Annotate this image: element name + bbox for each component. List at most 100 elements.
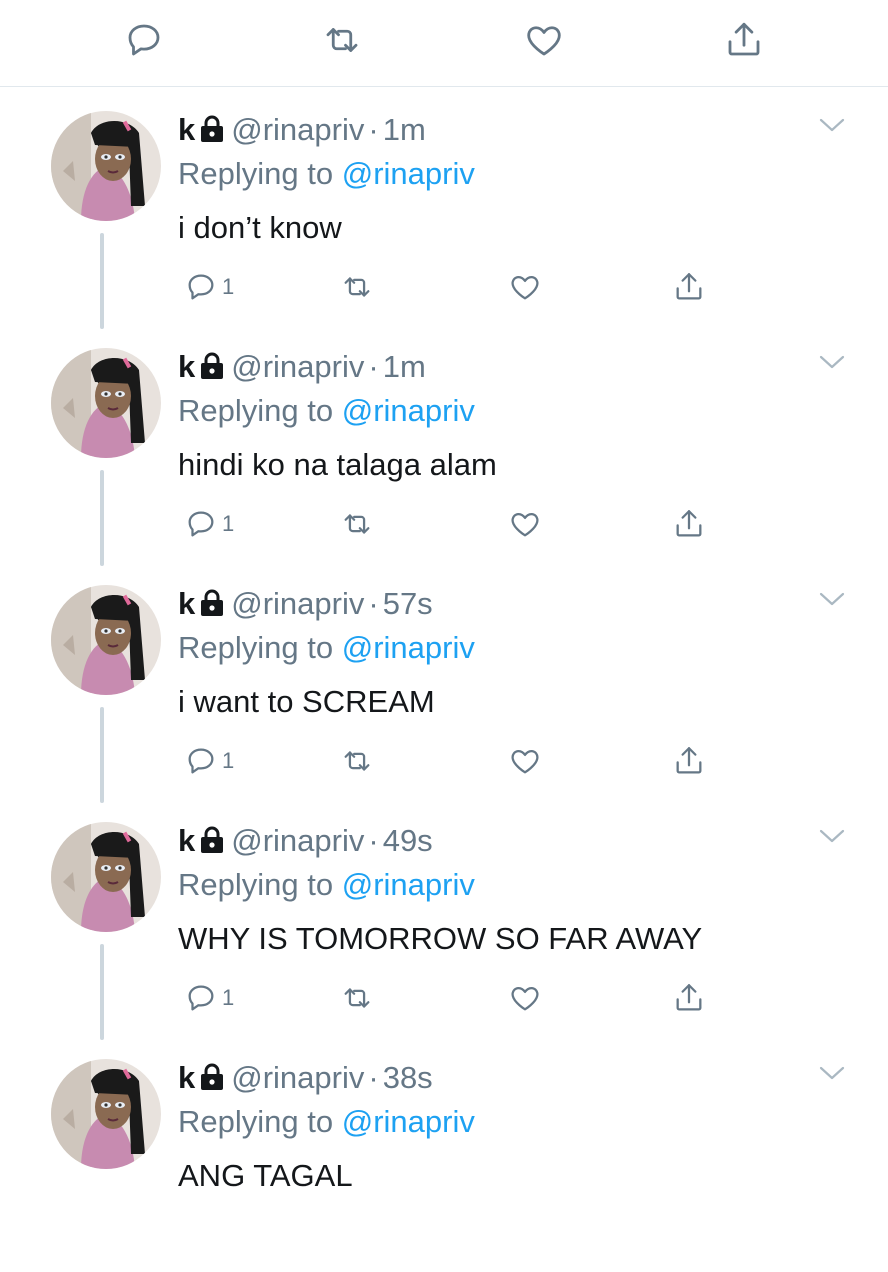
replying-to: Replying to @rinapriv [178, 155, 475, 193]
tweet-text: WHY IS TOMORROW SO FAR AWAY [178, 921, 703, 956]
like-icon [511, 512, 539, 537]
like-icon [527, 26, 561, 56]
share-button[interactable] [672, 504, 706, 544]
avatar-image [51, 348, 161, 458]
tweet-header: k @rinapriv · 38s [178, 1059, 433, 1097]
username[interactable]: @rinapriv [231, 112, 364, 147]
avatar-image [51, 585, 161, 695]
username[interactable]: @rinapriv [231, 586, 364, 621]
avatar[interactable] [51, 822, 161, 932]
like-icon [511, 986, 539, 1011]
reply-button[interactable]: 1 [184, 741, 234, 781]
like-icon [511, 749, 539, 774]
username[interactable]: @rinapriv [231, 1060, 364, 1095]
lock-icon [201, 352, 224, 379]
mention-link[interactable]: @rinapriv [342, 393, 475, 428]
mention-link[interactable]: @rinapriv [342, 156, 475, 191]
reply-count: 1 [222, 274, 235, 299]
share-button[interactable] [672, 267, 706, 307]
tweet-text: hindi ko na talaga alam [178, 447, 497, 482]
avatar-image [51, 822, 161, 932]
reply-button[interactable]: 1 [184, 504, 234, 544]
display-name[interactable]: k [178, 112, 195, 147]
tweet[interactable]: k @rinapriv · 57s Replying to @rinapriv i w… [0, 561, 888, 803]
reply-count: 1 [222, 748, 235, 773]
tweet-text: i don’t know [178, 210, 342, 245]
lock-icon [201, 1063, 224, 1090]
avatar[interactable] [51, 348, 161, 458]
replying-label: Replying to [178, 630, 334, 665]
share-button[interactable] [720, 18, 768, 62]
separator-dot: · [368, 112, 379, 147]
share-button[interactable] [672, 978, 706, 1018]
avatar[interactable] [51, 111, 161, 221]
tweet[interactable]: k @rinapriv · 1m Replying to @rinapriv i do… [0, 87, 888, 329]
tweet-text: i want to SCREAM [178, 684, 435, 719]
chevron-down-icon[interactable] [818, 826, 846, 846]
avatar-image [51, 111, 161, 221]
chevron-down-icon[interactable] [818, 352, 846, 372]
tweet-header: k @rinapriv · 1m [178, 348, 426, 386]
like-icon [511, 275, 539, 300]
username[interactable]: @rinapriv [231, 349, 364, 384]
like-button[interactable] [508, 978, 542, 1018]
share-button[interactable] [672, 741, 706, 781]
share-icon [676, 747, 702, 774]
top-action-bar [0, 0, 888, 87]
reply-count: 1 [222, 985, 235, 1010]
replying-label: Replying to [178, 1104, 334, 1139]
tweet-actions: 1 [0, 741, 888, 785]
tweet[interactable]: k @rinapriv · 1m Replying to @rinapriv hind… [0, 324, 888, 566]
retweet-button[interactable] [340, 741, 374, 781]
display-name[interactable]: k [178, 1060, 195, 1095]
display-name[interactable]: k [178, 349, 195, 384]
timestamp[interactable]: 1m [383, 112, 426, 147]
timestamp[interactable]: 38s [383, 1060, 433, 1095]
retweet-button[interactable] [318, 18, 366, 62]
like-button[interactable] [508, 267, 542, 307]
replying-label: Replying to [178, 393, 334, 428]
chevron-down-icon[interactable] [818, 589, 846, 609]
display-name[interactable]: k [178, 823, 195, 858]
tweet[interactable]: k @rinapriv · 49s Replying to @rinapriv WHY… [0, 798, 888, 1040]
like-button[interactable] [508, 504, 542, 544]
reply-icon [188, 274, 214, 300]
share-icon [676, 510, 702, 537]
reply-icon [188, 985, 214, 1011]
retweet-button[interactable] [340, 267, 374, 307]
tweet-header: k @rinapriv · 49s [178, 822, 433, 860]
retweet-button[interactable] [340, 978, 374, 1018]
tweet[interactable]: k @rinapriv · 38s Replying to @rinapriv ANG… [0, 1035, 888, 1272]
separator-dot: · [368, 823, 379, 858]
timestamp[interactable]: 1m [383, 349, 426, 384]
retweet-icon [344, 514, 370, 534]
tweet-actions: 1 [0, 267, 888, 311]
retweet-icon [344, 988, 370, 1008]
reply-button[interactable] [120, 18, 168, 62]
reply-icon [188, 748, 214, 774]
retweet-button[interactable] [340, 504, 374, 544]
like-button[interactable] [508, 741, 542, 781]
avatar[interactable] [51, 1059, 161, 1169]
avatar[interactable] [51, 585, 161, 695]
separator-dot: · [368, 586, 379, 621]
tweet-header: k @rinapriv · 1m [178, 111, 426, 149]
tweet-header: k @rinapriv · 57s [178, 585, 433, 623]
reply-button[interactable]: 1 [184, 267, 234, 307]
retweet-icon [344, 751, 370, 771]
tweet-text: ANG TAGAL [178, 1158, 353, 1193]
mention-link[interactable]: @rinapriv [342, 630, 475, 665]
chevron-down-icon[interactable] [818, 115, 846, 135]
mention-link[interactable]: @rinapriv [342, 1104, 475, 1139]
username[interactable]: @rinapriv [231, 823, 364, 858]
reply-button[interactable]: 1 [184, 978, 234, 1018]
like-button[interactable] [520, 18, 568, 62]
timestamp[interactable]: 57s [383, 586, 433, 621]
tweet-actions: 1 [0, 504, 888, 548]
timestamp[interactable]: 49s [383, 823, 433, 858]
display-name[interactable]: k [178, 586, 195, 621]
replying-label: Replying to [178, 867, 334, 902]
chevron-down-icon[interactable] [818, 1063, 846, 1083]
mention-link[interactable]: @rinapriv [342, 867, 475, 902]
separator-dot: · [368, 349, 379, 384]
